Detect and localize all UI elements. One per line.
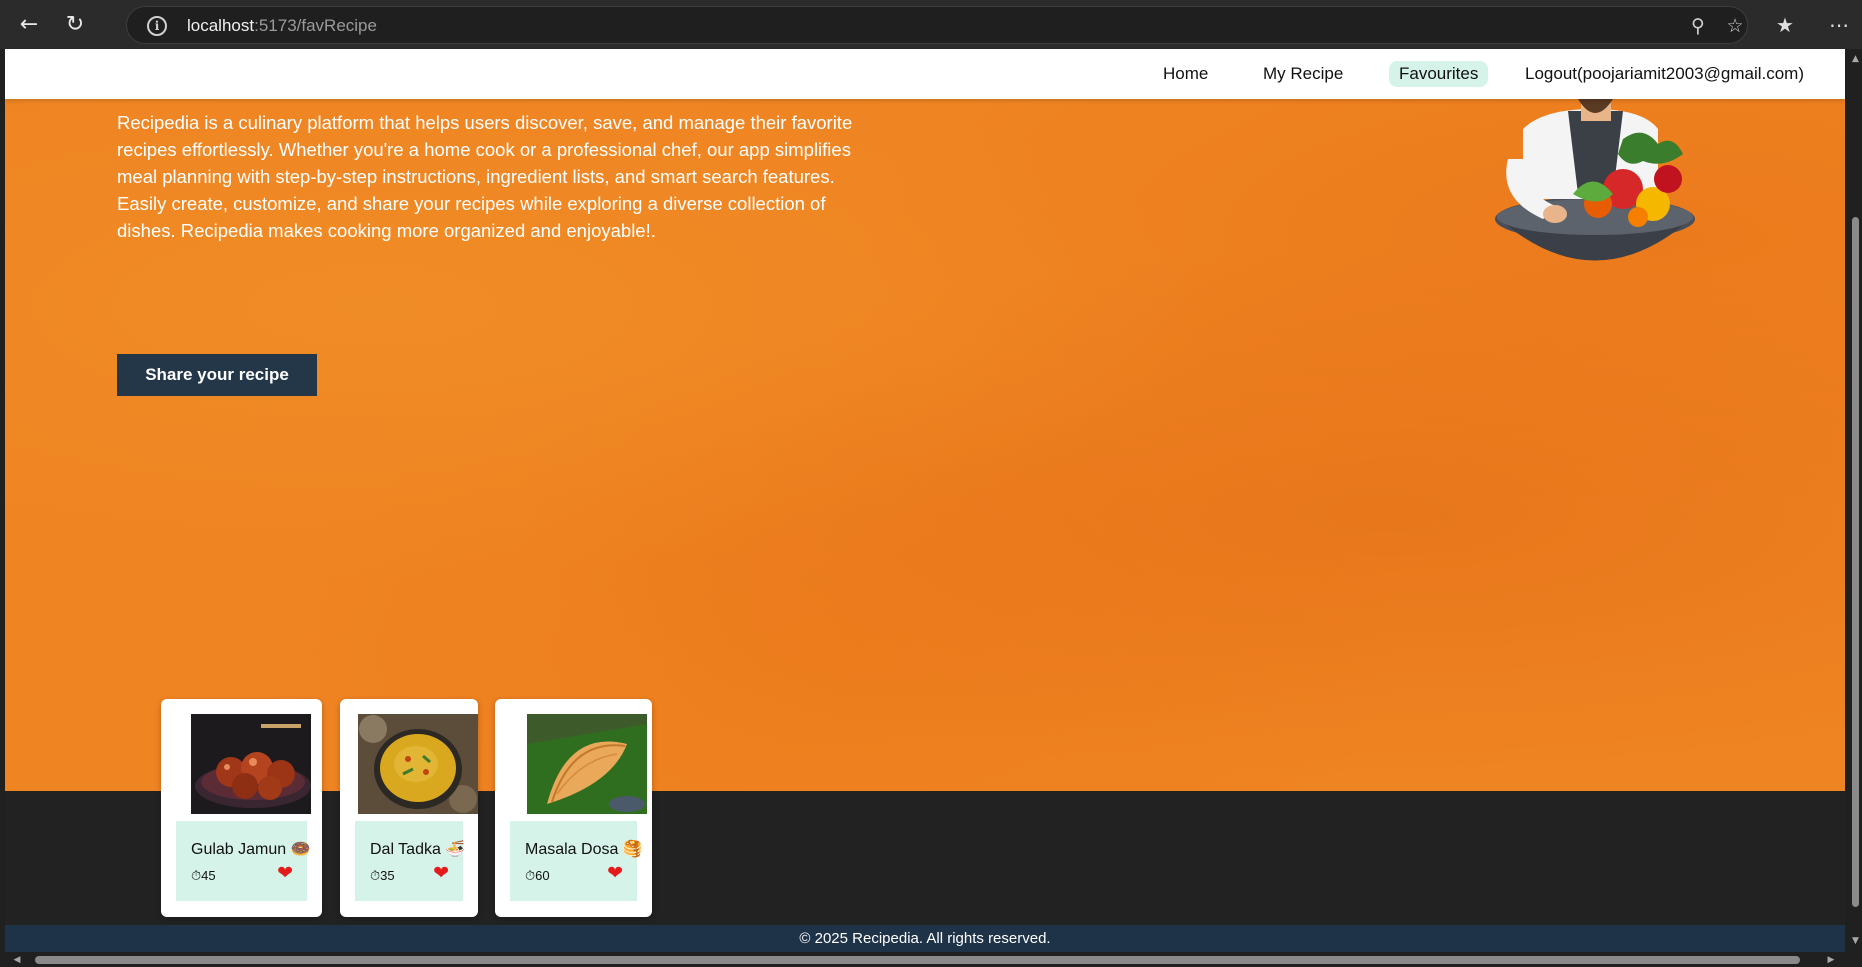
share-recipe-button[interactable]: Share your recipe <box>117 354 317 396</box>
nav-favourites[interactable]: Favourites <box>1389 61 1489 87</box>
scroll-up-icon[interactable]: ▲ <box>1850 53 1861 65</box>
url-host: localhost <box>187 16 255 35</box>
heart-icon[interactable]: ❤ <box>607 864 623 883</box>
recipe-card[interactable]: Gulab Jamun 🍩 ⏱45 ❤ <box>161 699 322 917</box>
chef-illustration <box>1495 99 1695 261</box>
recipe-card[interactable]: Dal Tadka 🍜 ⏱35 ❤ <box>340 699 478 917</box>
stopwatch-icon: ⏱ <box>370 868 381 883</box>
heart-icon[interactable]: ❤ <box>277 864 293 883</box>
recipe-image <box>191 714 311 814</box>
zoom-out-icon[interactable]: ⚲ <box>1686 14 1710 38</box>
horizontal-scroll-thumb[interactable] <box>35 956 1800 964</box>
scroll-down-icon[interactable]: ▼ <box>1850 935 1861 947</box>
recipe-time: ⏱60 <box>525 868 550 883</box>
address-bar[interactable]: i localhost:5173/favRecipe ⚲ ☆ <box>126 6 1748 44</box>
recipe-emoji-icon: 🍜 <box>445 841 466 858</box>
recipe-title: Gulab Jamun 🍩 <box>191 841 311 858</box>
browser-toolbar: ← ↻ i localhost:5173/favRecipe ⚲ ☆ ★ ⋯ <box>0 0 1862 49</box>
scroll-left-icon[interactable]: ◀ <box>11 954 23 966</box>
stopwatch-icon: ⏱ <box>525 868 536 883</box>
vertical-scroll-thumb[interactable] <box>1852 217 1859 907</box>
recipe-title: Dal Tadka 🍜 <box>370 841 466 858</box>
stopwatch-icon: ⏱ <box>191 868 202 883</box>
recipe-card-body: Masala Dosa 🥞 ⏱60 ❤ <box>510 821 643 901</box>
page-viewport: Recipedia is a culinary platform that he… <box>5 49 1845 952</box>
hero-description: Recipedia is a culinary platform that he… <box>117 112 853 241</box>
vertical-scrollbar[interactable]: ▲ ▼ <box>1849 49 1862 952</box>
recipe-time: ⏱45 <box>191 868 216 883</box>
nav-my-recipe[interactable]: My Recipe <box>1253 61 1353 87</box>
horizontal-scrollbar[interactable]: ◀ ▶ <box>5 952 1849 967</box>
recipe-title: Masala Dosa 🥞 <box>525 841 643 858</box>
nav-logout[interactable]: Logout(poojariamit2003@gmail.com) <box>1515 61 1814 87</box>
footer: © 2025 Recipedia. All rights reserved. <box>5 925 1845 952</box>
recipe-image <box>527 714 647 814</box>
recipe-emoji-icon: 🥞 <box>622 841 643 858</box>
heart-icon[interactable]: ❤ <box>433 864 449 883</box>
url-text[interactable]: localhost:5173/favRecipe <box>187 16 377 36</box>
navbar: Home My Recipe Favourites Logout(poojari… <box>5 49 1845 99</box>
star-icon[interactable]: ☆ <box>1723 14 1747 38</box>
recipe-image <box>358 714 478 814</box>
recipe-card-body: Dal Tadka 🍜 ⏱35 ❤ <box>355 821 466 901</box>
recipe-card-body: Gulab Jamun 🍩 ⏱45 ❤ <box>176 821 311 901</box>
more-icon[interactable]: ⋯ <box>1824 10 1854 40</box>
info-icon[interactable]: i <box>147 16 167 36</box>
reload-icon[interactable]: ↻ <box>60 10 90 40</box>
recipe-card[interactable]: Masala Dosa 🥞 ⏱60 ❤ <box>495 699 652 917</box>
recipe-emoji-icon: 🍩 <box>290 841 311 858</box>
recipe-time: ⏱35 <box>370 868 395 883</box>
favorites-icon[interactable]: ★ <box>1770 10 1800 40</box>
url-path: :5173/favRecipe <box>254 16 377 35</box>
back-arrow-icon[interactable]: ← <box>14 10 44 40</box>
scroll-right-icon[interactable]: ▶ <box>1825 954 1837 966</box>
nav-home[interactable]: Home <box>1153 61 1218 87</box>
